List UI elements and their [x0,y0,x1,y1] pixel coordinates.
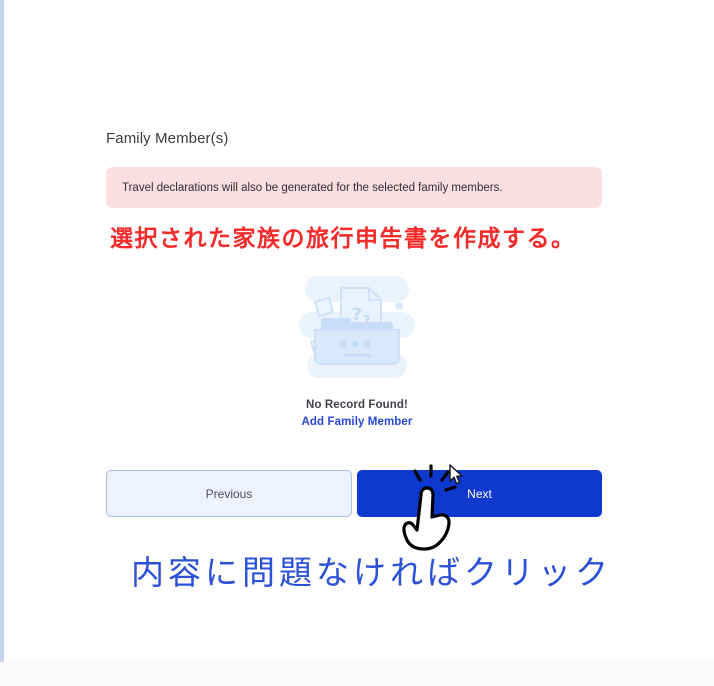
page-title: Family Member(s) [106,130,229,147]
previous-button[interactable]: Previous [106,470,352,517]
page-canvas: Family Member(s) Travel declarations wil… [0,0,714,662]
annotation-red-note: 選択された家族の旅行申告書を作成する。 [110,226,576,252]
empty-state-title: No Record Found! [306,399,408,411]
info-alert-text: Travel declarations will also be generat… [122,181,503,194]
empty-state: ? ? No Record Found! Add Family Member [0,268,714,428]
previous-button-label: Previous [205,486,253,501]
next-button[interactable]: Next [357,470,602,517]
next-button-label: Next [467,486,492,501]
info-alert-banner: Travel declarations will also be generat… [106,167,602,208]
no-records-folder-icon: ? ? [297,268,417,386]
add-family-member-link[interactable]: Add Family Member [0,416,714,428]
annotation-blue-note: 内容に問題なければクリック [131,553,612,592]
